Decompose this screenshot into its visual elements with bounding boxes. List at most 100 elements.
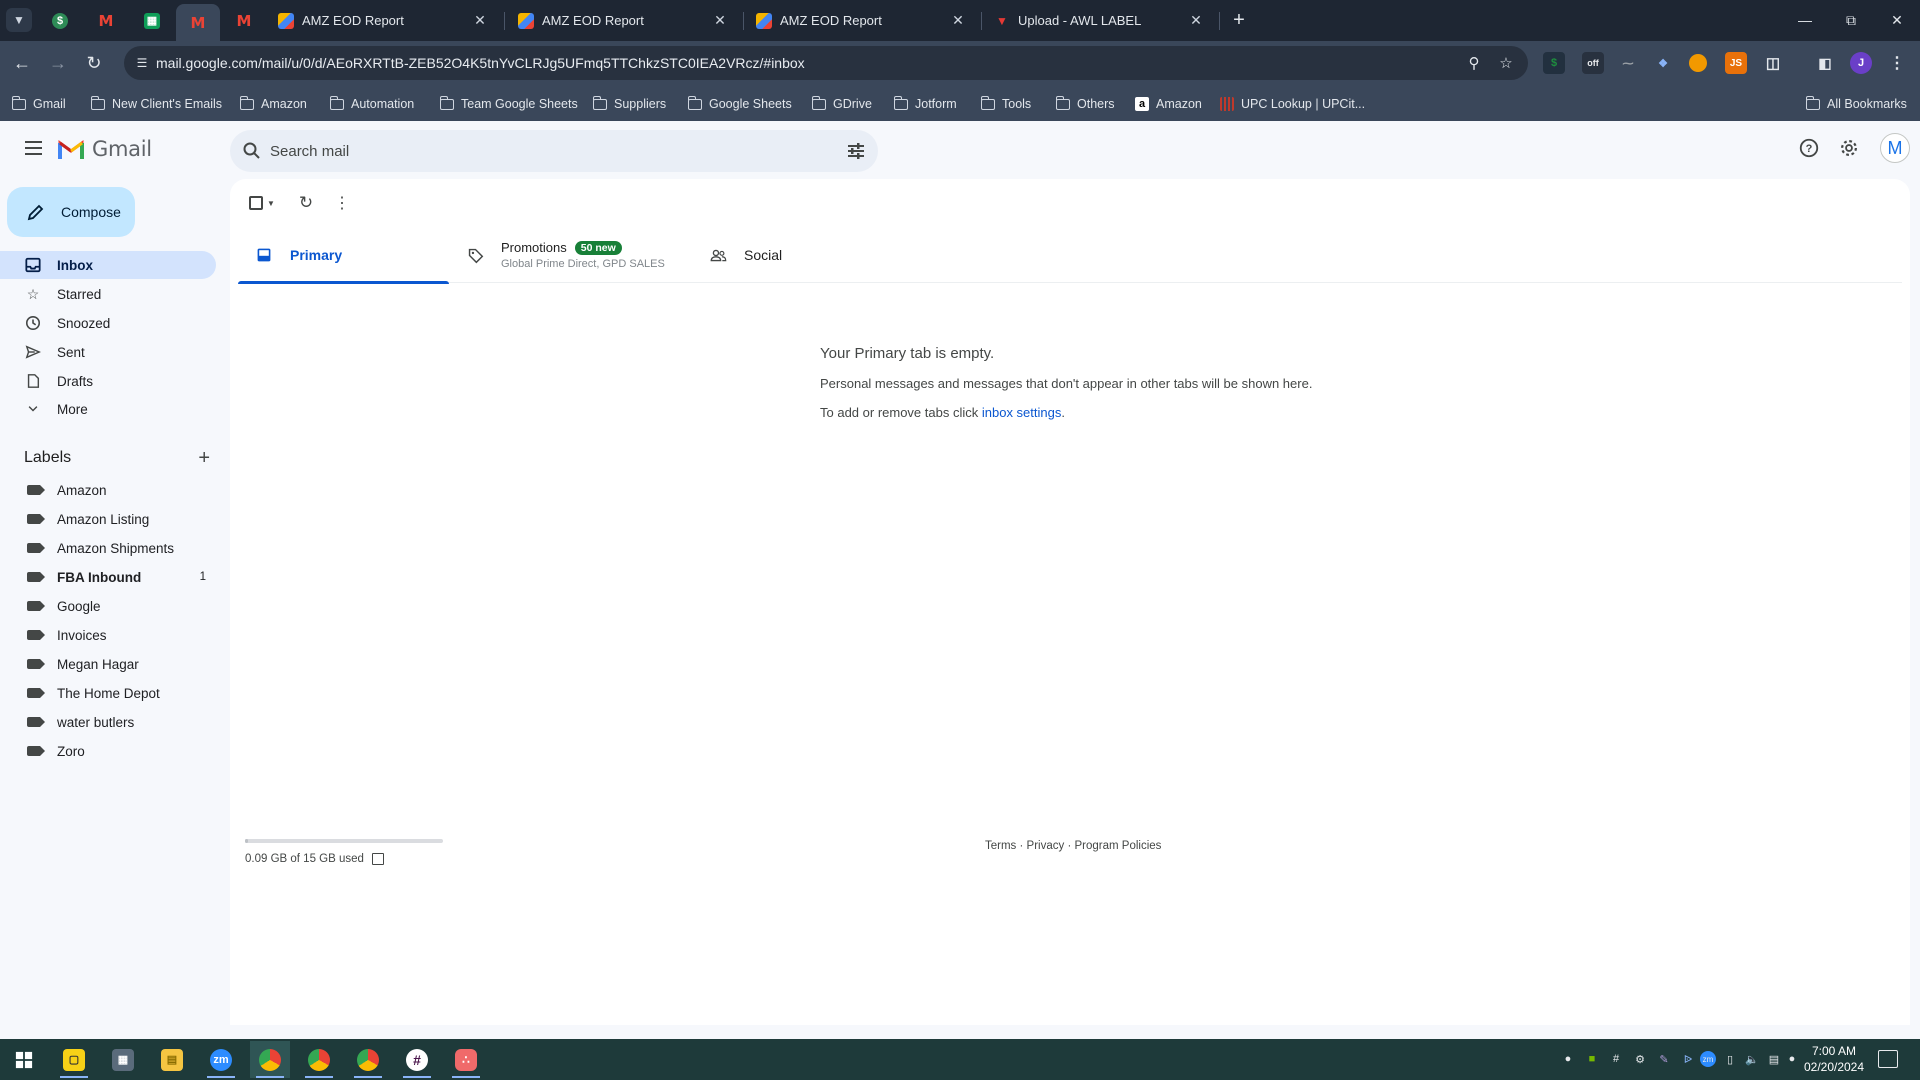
reload-button[interactable]: ↻ — [80, 49, 108, 77]
zoom-tray-icon[interactable]: zm — [1700, 1051, 1716, 1067]
close-tab-icon[interactable]: ✕ — [950, 12, 966, 29]
slack-tray-icon[interactable]: # — [1608, 1051, 1624, 1067]
extensions-puzzle-icon[interactable]: ◫ — [1762, 52, 1784, 74]
extension-icon[interactable]: ⁓ — [1617, 52, 1639, 74]
bookmark-gdrive[interactable]: GDrive — [811, 94, 872, 114]
bookmark-team-google-sheets[interactable]: Team Google Sheets — [439, 94, 578, 114]
pen-tray-icon[interactable]: ✎ — [1656, 1051, 1672, 1067]
nvidia-tray-icon[interactable]: ■ — [1584, 1051, 1600, 1067]
tab-amz-eod-report-2[interactable]: AMZ EOD Report ✕ — [508, 4, 738, 37]
account-avatar[interactable]: M — [1880, 133, 1910, 163]
label-item-megan-hagar[interactable]: Megan Hagar — [0, 650, 216, 678]
tab-social[interactable]: Social — [692, 227, 892, 283]
help-icon[interactable]: ? — [1797, 136, 1821, 160]
bookmark-amazon-site[interactable]: a Amazon — [1135, 94, 1202, 114]
network-icon[interactable]: ▤ — [1766, 1051, 1782, 1067]
bookmark-suppliers[interactable]: Suppliers — [592, 94, 666, 114]
compose-button[interactable]: Compose — [7, 187, 135, 237]
battery-icon[interactable]: ▯ — [1722, 1051, 1738, 1067]
label-item-fba-inbound[interactable]: FBA Inbound 1 — [0, 563, 216, 591]
bookmark-google-sheets[interactable]: Google Sheets — [687, 94, 792, 114]
tab-amz-eod-report-1[interactable]: AMZ EOD Report ✕ — [268, 4, 498, 37]
new-tab-button[interactable]: + — [1226, 8, 1252, 32]
extension-icon[interactable]: $ — [1543, 52, 1565, 74]
taskbar-sticky-notes[interactable]: ▢ — [54, 1041, 94, 1078]
sidebar-item-sent[interactable]: Sent — [0, 338, 216, 366]
inbox-settings-link[interactable]: inbox settings — [982, 405, 1062, 420]
close-tab-icon[interactable]: ✕ — [712, 12, 728, 29]
sidebar-item-starred[interactable]: ☆ Starred — [0, 280, 216, 308]
profile-avatar[interactable]: J — [1850, 52, 1872, 74]
bluetooth-icon[interactable]: ᐉ — [1680, 1051, 1696, 1067]
search-options-icon[interactable] — [846, 141, 866, 161]
address-bar[interactable]: ☰ mail.google.com/mail/u/0/d/AEoRXRTtB-Z… — [124, 46, 1528, 80]
label-item-amazon-listing[interactable]: Amazon Listing — [0, 505, 216, 533]
open-in-new-icon[interactable] — [371, 853, 384, 865]
system-clock[interactable]: 7:00 AM 02/20/2024 — [1796, 1043, 1872, 1075]
sidebar-item-more[interactable]: More — [0, 395, 216, 423]
extension-off-icon[interactable]: off — [1582, 52, 1604, 74]
taskbar-calculator[interactable]: ▦ — [103, 1041, 143, 1078]
taskbar-asana[interactable]: ∴ — [446, 1041, 486, 1078]
bookmark-automation[interactable]: Automation — [329, 94, 414, 114]
site-info-icon[interactable]: ☰ — [132, 53, 152, 73]
pinned-tab-gmail[interactable]: M — [84, 4, 128, 37]
close-tab-icon[interactable]: ✕ — [472, 12, 488, 29]
tab-primary[interactable]: Primary — [238, 227, 449, 284]
caret-down-icon[interactable]: ▼ — [267, 199, 275, 208]
extension-icon[interactable]: ❖ — [1652, 52, 1674, 74]
sidebar-item-snoozed[interactable]: Snoozed — [0, 309, 216, 337]
pinned-tab[interactable]: $ — [38, 4, 82, 37]
label-item-water-butlers[interactable]: water butlers — [0, 708, 216, 736]
tab-amz-eod-report-3[interactable]: AMZ EOD Report ✕ — [746, 4, 976, 37]
label-item-the-home-depot[interactable]: The Home Depot — [0, 679, 216, 707]
extension-js-icon[interactable]: JS — [1725, 52, 1747, 74]
search-input[interactable] — [270, 140, 810, 162]
taskbar-file-explorer[interactable]: ▤ — [152, 1041, 192, 1078]
zoom-search-icon[interactable]: ⚲ — [1464, 53, 1484, 73]
minimize-button[interactable]: — — [1782, 0, 1828, 40]
bookmark-upc-lookup[interactable]: UPC Lookup | UPCit... — [1220, 94, 1365, 114]
tab-upload-awl-label[interactable]: ▼ Upload - AWL LABEL ✕ — [984, 4, 1214, 37]
close-tab-icon[interactable]: ✕ — [1188, 12, 1204, 29]
tab-promotions[interactable]: Promotions 50 new Global Prime Direct, G… — [449, 227, 677, 283]
settings-gear-icon[interactable] — [1837, 136, 1861, 160]
bookmark-jotform[interactable]: Jotform — [893, 94, 957, 114]
all-bookmarks-button[interactable]: All Bookmarks — [1805, 94, 1907, 114]
sidebar-item-inbox[interactable]: Inbox — [0, 251, 216, 279]
people-tray-icon[interactable]: ● — [1560, 1051, 1576, 1067]
more-menu-icon[interactable]: ⋮ — [1886, 52, 1908, 74]
taskbar-chrome-1[interactable] — [250, 1041, 290, 1078]
restore-button[interactable]: ⧉ — [1828, 0, 1874, 40]
label-item-zoro[interactable]: Zoro — [0, 737, 216, 765]
main-menu-icon[interactable] — [16, 131, 50, 165]
label-item-amazon-shipments[interactable]: Amazon Shipments — [0, 534, 216, 562]
settings-tray-icon[interactable]: ⚙ — [1632, 1051, 1648, 1067]
gmail-logo[interactable]: Gmail — [58, 137, 152, 161]
bookmark-gmail[interactable]: Gmail — [11, 94, 66, 114]
program-policies-link[interactable]: Program Policies — [1074, 840, 1161, 852]
forward-button[interactable]: → — [44, 49, 72, 77]
side-panel-icon[interactable]: ◧ — [1814, 52, 1836, 74]
close-window-button[interactable]: ✕ — [1874, 0, 1920, 40]
bookmark-star-icon[interactable]: ☆ — [1496, 53, 1516, 73]
label-item-invoices[interactable]: Invoices — [0, 621, 216, 649]
bookmark-amazon-folder[interactable]: Amazon — [239, 94, 307, 114]
refresh-icon[interactable]: ↻ — [294, 191, 318, 215]
search-bar[interactable] — [230, 130, 878, 172]
sidebar-item-drafts[interactable]: Drafts — [0, 367, 216, 395]
bookmark-tools[interactable]: Tools — [980, 94, 1031, 114]
tab-search-button[interactable]: ▼ — [6, 8, 32, 32]
label-item-google[interactable]: Google — [0, 592, 216, 620]
extension-icon[interactable] — [1689, 54, 1707, 72]
select-all-checkbox[interactable]: ▼ — [246, 191, 278, 215]
add-label-plus-icon[interactable]: + — [198, 447, 210, 470]
pinned-tab-sheets[interactable]: ▦ — [130, 4, 174, 37]
search-icon[interactable] — [242, 141, 262, 161]
pinned-tab-gmail-active[interactable]: M — [176, 4, 220, 41]
taskbar-slack[interactable]: # — [397, 1041, 437, 1078]
windows-start-button[interactable] — [4, 1041, 44, 1078]
label-item-amazon[interactable]: Amazon — [0, 476, 216, 504]
volume-icon[interactable]: 🔈 — [1744, 1051, 1760, 1067]
back-button[interactable]: ← — [8, 49, 36, 77]
